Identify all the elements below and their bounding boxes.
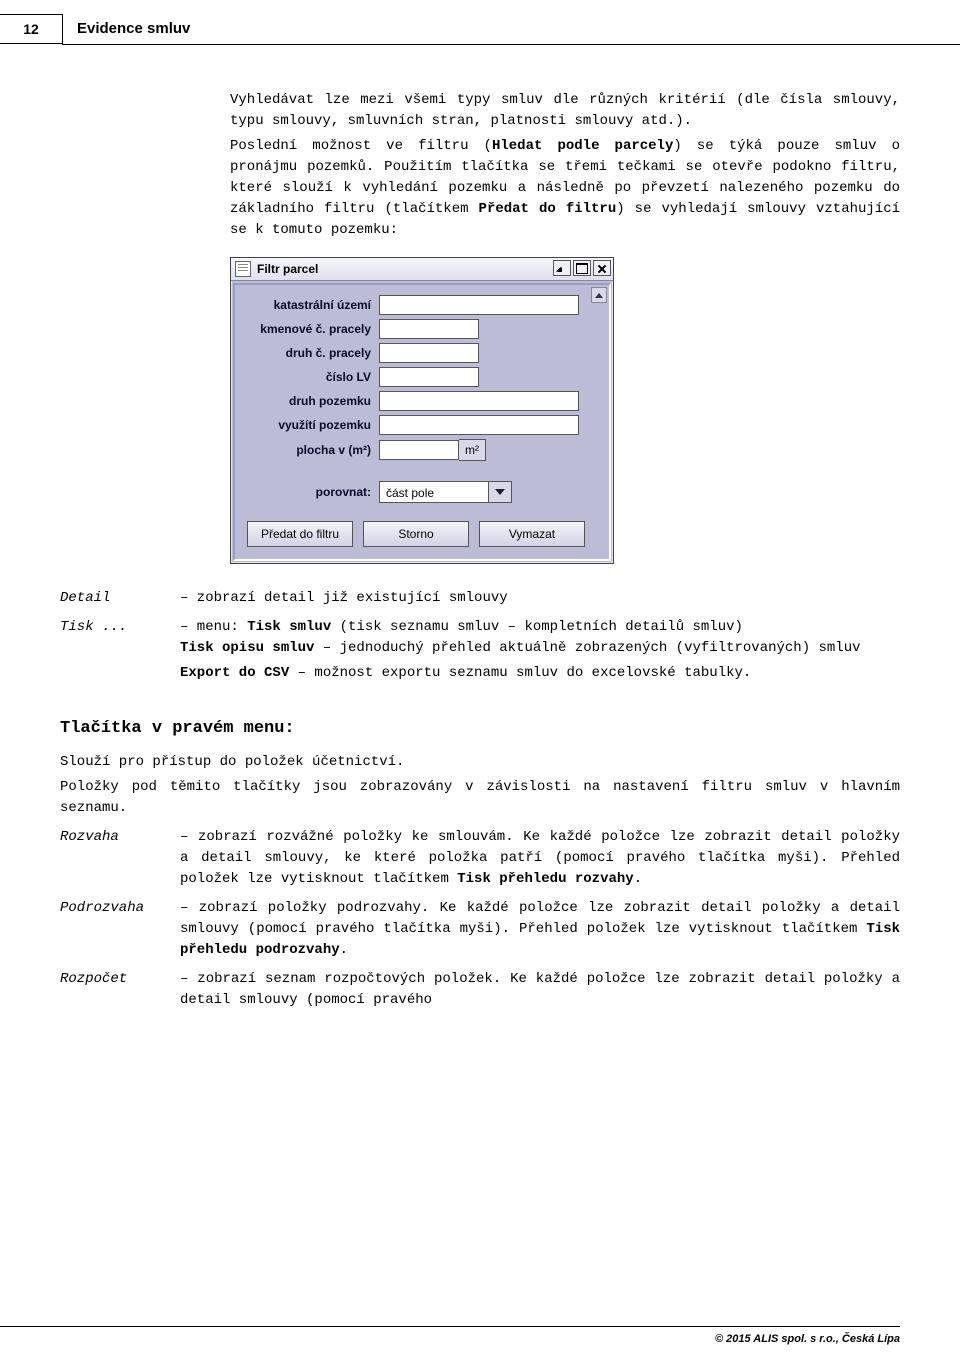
page-title: Evidence smluv [63, 14, 204, 44]
label-katastralni-uzemi: katastrální území [241, 296, 379, 314]
intro-bold-2: Předat do filtru [479, 201, 617, 217]
desc-text: – menu: [180, 619, 247, 635]
combo-porovnat-value: část pole [379, 481, 489, 503]
window-title: Filtr parcel [257, 260, 318, 278]
section2-p1: Slouží pro přístup do položek účetnictví… [60, 752, 900, 773]
desc-bold: Tisk přehledu rozvahy [457, 871, 633, 887]
input-katastralni-uzemi[interactable] [379, 295, 579, 315]
label-vyuziti-pozemku: využítí pozemku [241, 416, 379, 434]
desc-tisk: – menu: Tisk smluv (tisk seznamu smluv –… [180, 617, 900, 688]
section-heading-right-menu: Tlačítka v pravém menu: [60, 716, 900, 742]
sub-bold: Export do CSV [180, 665, 289, 681]
maximize-icon[interactable] [573, 260, 591, 276]
desc-rozvaha: – zobrazí rozvážné položky ke smlouvám. … [180, 827, 900, 890]
label-m2-suffix: m² [459, 439, 486, 461]
term-detail: Detail [60, 588, 160, 609]
tisk-sub2: Export do CSV – možnost exportu seznamu … [180, 663, 900, 684]
document-icon [235, 261, 251, 277]
label-porovnat: porovnat: [241, 483, 379, 501]
desc-rozpocet: – zobrazí seznam rozpočtových položek. K… [180, 969, 900, 1011]
intro-paragraph-2: Poslední možnost ve filtru (Hledat podle… [230, 136, 900, 241]
label-cislo-lv: číslo LV [241, 368, 379, 386]
sub-text: – možnost exportu seznamu smluv do excel… [289, 665, 751, 681]
term-rozvaha: Rozvaha [60, 827, 160, 890]
label-druh-cisla: druh č. pracely [241, 344, 379, 362]
combo-porovnat[interactable]: část pole [379, 481, 512, 503]
section2-p2: Položky pod těmito tlačítky jsou zobrazo… [60, 777, 900, 819]
restore-icon[interactable] [553, 260, 571, 276]
term-podrozvaha: Podrozvaha [60, 898, 160, 961]
tisk-sub1: Tisk opisu smluv – jednoduchý přehled ak… [180, 638, 900, 659]
chevron-down-icon[interactable] [489, 481, 512, 503]
desc-detail: – zobrazí detail již existující smlouvy [180, 588, 900, 609]
term-tisk: Tisk ... [60, 617, 160, 688]
filter-window: Filtr parcel katastrální území kmenové č… [230, 257, 614, 564]
intro-text: Poslední možnost ve filtru ( [230, 138, 492, 154]
footer-rule [0, 1326, 900, 1327]
intro-paragraph-1: Vyhledávat lze mezi všemi typy smluv dle… [230, 90, 900, 132]
page-header: 12 Evidence smluv [0, 14, 204, 44]
intro-bold-1: Hledat podle parcely [492, 138, 673, 154]
label-plocha: plocha v (m²) [241, 441, 379, 459]
desc-text: . [340, 942, 348, 958]
label-druh-pozemku: druh pozemku [241, 392, 379, 410]
storno-button[interactable]: Storno [363, 521, 469, 547]
sub-bold: Tisk opisu smluv [180, 640, 314, 656]
vymazat-button[interactable]: Vymazat [479, 521, 585, 547]
desc-bold: Tisk smluv [247, 619, 331, 635]
close-icon[interactable] [593, 260, 611, 276]
input-druh-cisla[interactable] [379, 343, 479, 363]
scroll-up-icon[interactable] [591, 287, 607, 303]
desc-text: . [634, 871, 642, 887]
footer-copyright: © 2015 ALIS spol. s r.o., Česká Lípa [715, 1331, 900, 1348]
input-plocha[interactable] [379, 440, 459, 460]
desc-text: (tisk seznamu smluv – kompletních detail… [331, 619, 743, 635]
term-rozpocet: Rozpočet [60, 969, 160, 1011]
desc-podrozvaha: – zobrazí položky podrozvahy. Ke každé p… [180, 898, 900, 961]
input-druh-pozemku[interactable] [379, 391, 579, 411]
label-kmenove-cislo: kmenové č. pracely [241, 320, 379, 338]
header-rule [62, 44, 960, 45]
input-kmenove-cislo[interactable] [379, 319, 479, 339]
window-titlebar[interactable]: Filtr parcel [231, 258, 613, 281]
page-number: 12 [0, 14, 63, 44]
desc-text: – zobrazí položky podrozvahy. Ke každé p… [180, 900, 900, 937]
sub-text: – jednoduchý přehled aktuálně zobrazenýc… [314, 640, 860, 656]
input-cislo-lv[interactable] [379, 367, 479, 387]
predat-do-filtru-button[interactable]: Předat do filtru [247, 521, 353, 547]
input-vyuziti-pozemku[interactable] [379, 415, 579, 435]
